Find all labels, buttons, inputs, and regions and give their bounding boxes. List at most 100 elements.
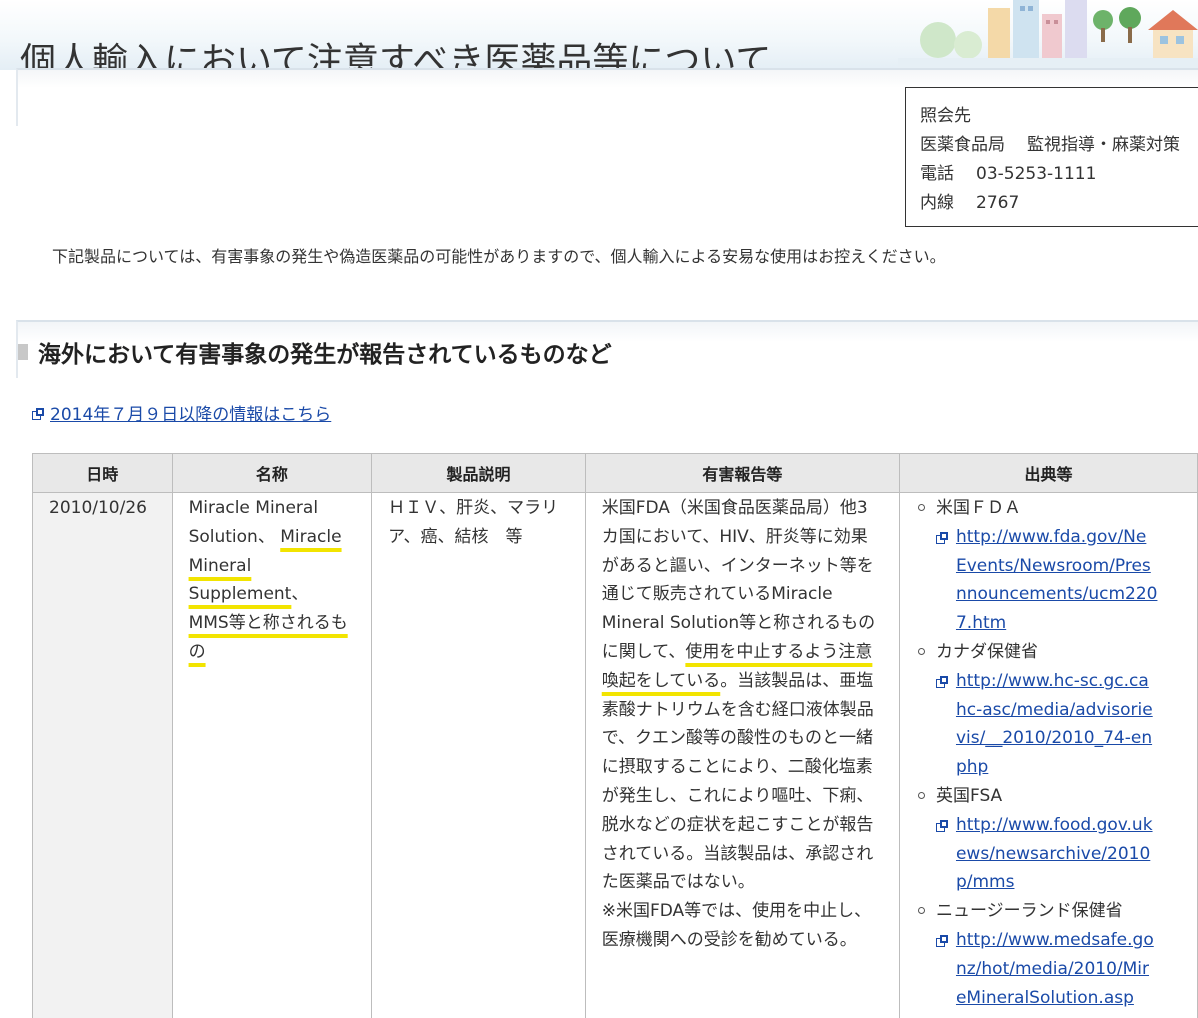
- contact-box: 照会先 医薬食品局 監視指導・麻薬対策 電話03-5253-1111 内線 2767: [905, 87, 1198, 227]
- report-line: ※米国FDA等では、使用を中止し、: [602, 901, 871, 921]
- header-source: 出典等: [899, 454, 1197, 493]
- report-line: 。当該製品は、亜塩: [720, 671, 873, 691]
- contact-ext-label: 内線: [920, 193, 954, 213]
- contact-heading: 照会先: [920, 102, 1198, 131]
- newer-info-link-row: 2014年７月９日以降の情報はこちら: [32, 400, 331, 425]
- table-row: 2010/10/26 Miracle Mineral Solution、 Mir…: [33, 493, 1198, 1018]
- header-date: 日時: [33, 454, 173, 493]
- url-line: nz/hot/media/2010/Mir: [956, 955, 1197, 984]
- url-line: http://www.hc-sc.gc.ca: [956, 667, 1197, 696]
- report-line: 医療機関への受診を勧めている。: [602, 930, 857, 950]
- page-title: 個人輸入において注意すべき医薬品等について: [20, 32, 771, 70]
- header-report: 有害報告等: [585, 454, 899, 493]
- report-line: カ国において、HIV、肝炎等に効果: [602, 527, 868, 547]
- report-line: があると謳い、インターネット等を: [602, 556, 874, 576]
- report-line: 米国FDA（米国食品医薬品局）他3: [602, 498, 868, 518]
- url-line: http://www.food.gov.uk: [956, 811, 1197, 840]
- url-line: Events/Newsroom/Pres: [956, 552, 1197, 581]
- source-agency: ニュージーランド保健省: [936, 901, 1123, 921]
- name-highlight: の: [189, 642, 206, 662]
- source-link-health-canada[interactable]: http://www.hc-sc.gc.ca hc-asc/media/advi…: [936, 667, 1197, 782]
- external-link-icon: [936, 676, 948, 688]
- name-highlight: Mineral: [189, 556, 252, 576]
- contact-ext: 2767: [976, 193, 1019, 213]
- header-description: 製品説明: [372, 454, 586, 493]
- adverse-report: 米国FDA（米国食品医薬品局）他3 カ国において、HIV、肝炎等に効果 があると…: [586, 493, 899, 955]
- contact-division: 監視指導・麻薬対策: [1027, 135, 1180, 155]
- product-description: ＨＩＶ、肝炎、マラリ ア、癌、結核 等: [372, 493, 585, 552]
- url-line: php: [956, 753, 1197, 782]
- source-item-fda: 米国ＦＤＡ http://www.fda.gov/Ne Events/Newsr…: [918, 494, 1197, 638]
- url-line: 7.htm: [956, 609, 1197, 638]
- header-name: 名称: [172, 454, 372, 493]
- report-line: 脱水などの症状を起こすことが報告: [602, 815, 874, 835]
- circle-bullet-icon: [918, 907, 925, 914]
- url-line: hc-asc/media/advisorie: [956, 696, 1197, 725]
- report-line: 通じて販売されているMiracle: [602, 584, 833, 604]
- town-illustration-icon: [898, 0, 1198, 70]
- drug-info-table: 日時 名称 製品説明 有害報告等 出典等 2010/10/26 Miracle …: [32, 453, 1198, 1018]
- intro-text: 下記製品については、有害事象の発生や偽造医薬品の可能性がありますので、個人輸入に…: [52, 243, 946, 267]
- source-agency: 米国ＦＤＡ: [936, 498, 1021, 518]
- external-link-icon: [936, 935, 948, 947]
- table-header-row: 日時 名称 製品説明 有害報告等 出典等: [33, 454, 1198, 493]
- url-line: http://www.medsafe.go: [956, 926, 1197, 955]
- name-line: Solution、: [189, 527, 281, 547]
- source-link-uk-fsa[interactable]: http://www.food.gov.uk ews/newsarchive/2…: [936, 811, 1197, 897]
- name-highlight: MMS等と称されるも: [189, 613, 348, 633]
- circle-bullet-icon: [918, 504, 925, 511]
- url-line: ews/newsarchive/2010: [956, 840, 1197, 869]
- report-line: が発生し、これにより嘔吐、下痢、: [602, 786, 874, 806]
- report-highlight: 使用を中止するよう注意: [685, 642, 872, 662]
- newer-info-link[interactable]: 2014年７月９日以降の情報はこちら: [50, 405, 331, 425]
- page-header-banner: 個人輸入において注意すべき医薬品等について: [0, 0, 1198, 70]
- name-highlight: Supplement: [189, 584, 292, 604]
- url-line: http://www.fda.gov/Ne: [956, 523, 1197, 552]
- report-line: されている。当該製品は、承認され: [602, 844, 874, 864]
- section-title: 海外において有害事象の発生が報告されているものなど: [38, 335, 612, 369]
- external-link-icon: [32, 408, 44, 420]
- url-line: nnouncements/ucm220: [956, 580, 1197, 609]
- description-cell: ＨＩＶ、肝炎、マラリ ア、癌、結核 等: [372, 493, 586, 1018]
- external-link-icon: [936, 532, 948, 544]
- source-cell: 米国ＦＤＡ http://www.fda.gov/Ne Events/Newsr…: [899, 493, 1197, 1018]
- report-line: Mineral Solution等と称されるもの: [602, 613, 875, 633]
- row-date: 2010/10/26: [33, 493, 172, 523]
- date-cell: 2010/10/26: [33, 493, 173, 1018]
- name-line: Miracle Mineral: [189, 498, 318, 518]
- url-line: vis/__2010/2010_74-en: [956, 724, 1197, 753]
- contact-ext-line: 内線 2767: [920, 189, 1198, 218]
- report-highlight: 喚起をしている: [602, 671, 721, 691]
- section-marker-icon: [18, 344, 28, 360]
- description-line: ＨＩＶ、肝炎、マラリ: [388, 498, 558, 518]
- name-highlight: Miracle: [280, 527, 341, 547]
- report-cell: 米国FDA（米国食品医薬品局）他3 カ国において、HIV、肝炎等に効果 があると…: [585, 493, 899, 1018]
- report-line: に摂取することにより、二酸化塩素: [602, 757, 873, 777]
- source-link-fda[interactable]: http://www.fda.gov/Ne Events/Newsroom/Pr…: [936, 523, 1197, 638]
- name-cell: Miracle Mineral Solution、 Miracle Minera…: [172, 493, 372, 1018]
- source-list: 米国ＦＤＡ http://www.fda.gov/Ne Events/Newsr…: [900, 493, 1197, 1012]
- external-link-icon: [936, 820, 948, 832]
- source-link-nz-health[interactable]: http://www.medsafe.go nz/hot/media/2010/…: [936, 926, 1197, 1012]
- report-line: に関して、: [602, 642, 686, 662]
- source-item-uk-fsa: 英国FSA http://www.food.gov.uk ews/newsarc…: [918, 782, 1197, 897]
- url-line: eMineralSolution.asp: [956, 984, 1197, 1013]
- report-line: 素酸ナトリウムを含む経口液体製品: [602, 700, 874, 720]
- url-line: p/mms: [956, 868, 1197, 897]
- contact-department: 医薬食品局: [920, 135, 1005, 155]
- description-line: ア、癌、結核 等: [388, 527, 522, 547]
- source-agency: 英国FSA: [936, 786, 1002, 806]
- circle-bullet-icon: [918, 792, 925, 799]
- circle-bullet-icon: [918, 648, 925, 655]
- report-line: で、クエン酸等の酸性のものと一緒: [602, 728, 873, 748]
- name-line: 、: [291, 584, 308, 604]
- source-item-health-canada: カナダ保健省 http://www.hc-sc.gc.ca hc-asc/med…: [918, 638, 1197, 782]
- contact-department-line: 医薬食品局 監視指導・麻薬対策: [920, 131, 1198, 160]
- contact-phone-label: 電話: [920, 164, 954, 184]
- source-item-nz-health: ニュージーランド保健省 http://www.medsafe.go nz/hot…: [918, 897, 1197, 1012]
- product-name: Miracle Mineral Solution、 Miracle Minera…: [173, 493, 372, 667]
- report-line: た医薬品ではない。: [602, 872, 755, 892]
- contact-phone-line: 電話03-5253-1111: [920, 160, 1198, 189]
- source-agency: カナダ保健省: [936, 642, 1038, 662]
- section-header: 海外において有害事象の発生が報告されているものなど: [16, 320, 1198, 378]
